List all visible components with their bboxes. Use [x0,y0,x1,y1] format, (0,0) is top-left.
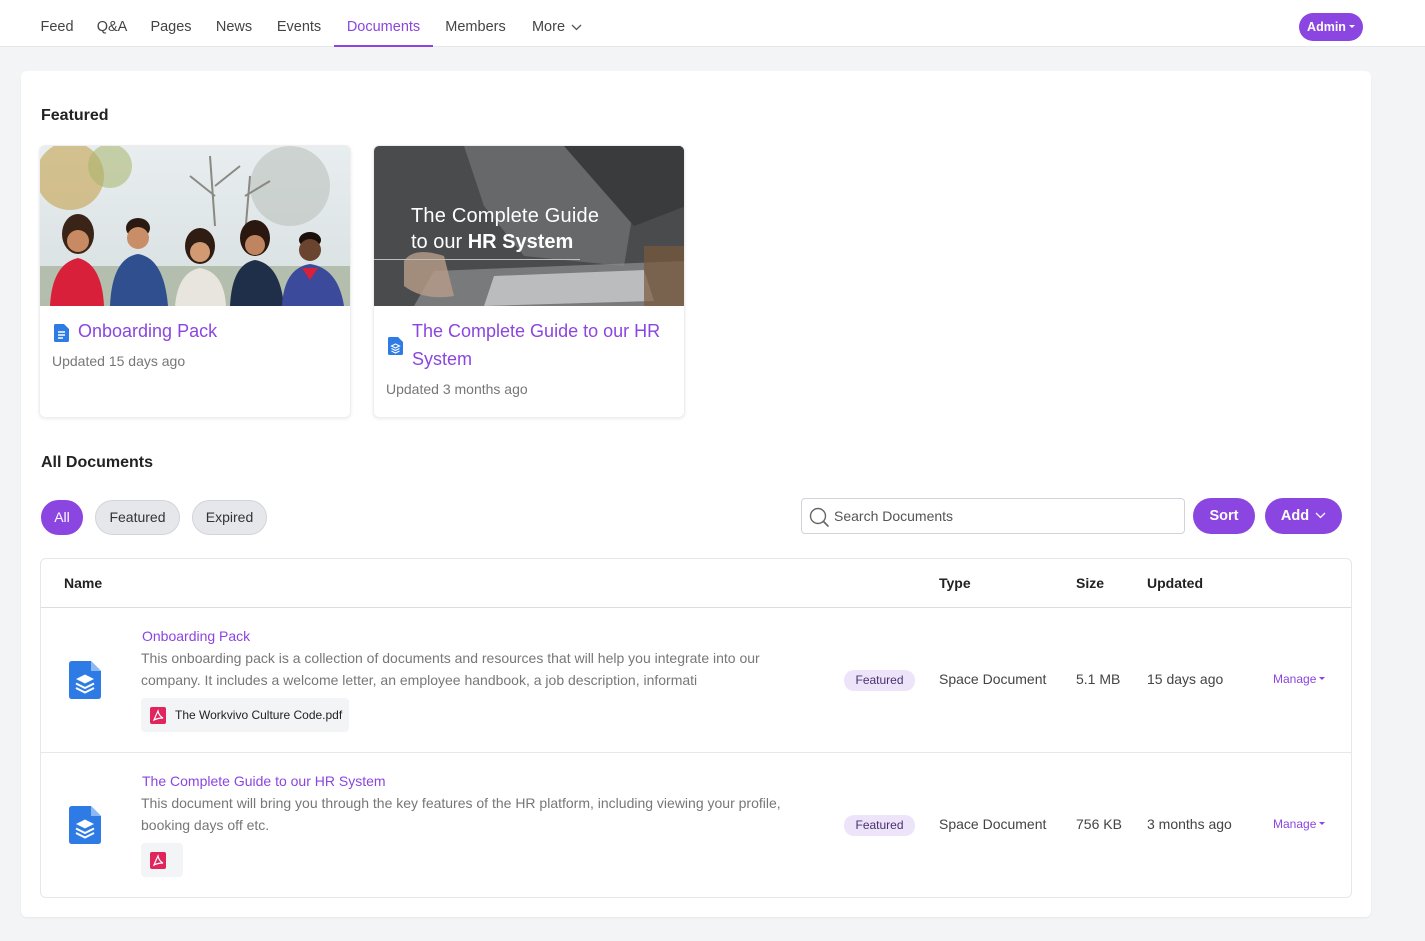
documents-table: Name Type Size Updated Onboarding Pack T… [40,558,1352,898]
hr-guide-image: The Complete Guide to our HR System [374,146,684,306]
chevron-down-icon [1315,512,1326,519]
manage-dropdown[interactable]: Manage [1273,817,1326,831]
table-row[interactable]: Onboarding Pack This onboarding pack is … [41,608,1351,753]
featured-badge: Featured [844,670,915,691]
add-button-label: Add [1280,508,1310,524]
chevron-down-icon [571,24,582,31]
description-line: This document will bring you through the… [141,795,781,811]
column-updated: Updated [1147,575,1203,591]
document-type: Space Document [939,671,1047,687]
featured-card-onboarding[interactable]: Onboarding Pack Updated 15 days ago [39,145,351,418]
document-type: Space Document [939,816,1047,832]
featured-card-updated: Updated 15 days ago [52,353,186,369]
document-icon [54,324,69,342]
table-row[interactable]: The Complete Guide to our HR System This… [41,753,1351,897]
column-name: Name [64,575,103,591]
hr-guide-image-bold: HR System [467,231,574,253]
nav-tab-news[interactable]: News [208,0,260,47]
featured-card-title[interactable]: Onboarding Pack [78,317,217,345]
caret-down-icon [1348,25,1355,29]
featured-card-title[interactable]: The Complete Guide to our HR System [412,317,672,373]
filter-all[interactable]: All [41,500,83,535]
add-button[interactable]: Add [1265,498,1342,534]
document-title-link[interactable]: Onboarding Pack [142,628,250,644]
featured-card-hr-guide[interactable]: The Complete Guide to our HR System The … [373,145,685,418]
stacked-document-icon [69,806,101,844]
search-documents-box [801,498,1185,534]
document-description: This onboarding pack is a collection of … [141,648,831,691]
nav-tab-members[interactable]: Members [438,0,513,47]
description-line: This onboarding pack is a collection of … [141,650,760,666]
all-documents-heading: All Documents [41,454,154,471]
admin-dropdown-button[interactable]: Admin [1299,13,1363,41]
search-documents-input[interactable] [834,499,1174,533]
document-icon [388,337,403,355]
nav-tab-documents[interactable]: Documents [334,0,433,47]
pdf-icon [150,852,166,869]
sort-button[interactable]: Sort [1193,498,1255,534]
pdf-icon [150,707,166,724]
document-updated: 15 days ago [1147,671,1224,687]
column-size: Size [1076,575,1105,591]
top-nav: Feed Q&A Pages News Events Documents Mem… [0,0,1425,47]
document-title-link[interactable]: The Complete Guide to our HR System [142,773,386,789]
hr-guide-image-text: The Complete Guide [411,205,600,227]
manage-label: Manage [1273,672,1317,686]
caret-down-icon [1319,677,1326,681]
stacked-document-icon [69,661,101,699]
nav-tab-pages[interactable]: Pages [143,0,199,47]
filter-featured[interactable]: Featured [95,500,180,535]
attachment-chip[interactable] [141,843,183,877]
hr-guide-image-prefix: to our [411,231,468,253]
admin-label: Admin [1307,20,1346,34]
document-size: 5.1 MB [1076,671,1121,687]
featured-heading: Featured [41,107,109,124]
description-line: booking days off etc. [141,816,270,833]
attachment-filename: The Workvivo Culture Code.pdf [175,708,343,722]
nav-tab-qa[interactable]: Q&A [91,0,133,47]
document-description: This document will bring you through the… [141,793,831,836]
filter-expired[interactable]: Expired [192,500,267,535]
table-header: Name Type Size Updated [41,559,1351,608]
caret-down-icon [1319,822,1326,826]
nav-more-label: More [531,19,566,35]
manage-dropdown[interactable]: Manage [1273,672,1326,686]
manage-label: Manage [1273,817,1317,831]
documents-panel: Featured Onboarding Pack Updated 15 days… [21,71,1371,917]
hr-guide-image-text-2: to our HR System [411,231,573,254]
featured-card-updated: Updated 3 months ago [386,381,528,397]
nav-tab-more[interactable]: More [524,0,590,47]
description-line: company. It includes a welcome letter, a… [141,671,698,688]
nav-tab-feed[interactable]: Feed [33,0,81,47]
search-icon [809,507,829,527]
document-size: 756 KB [1076,816,1122,832]
featured-badge: Featured [844,815,915,836]
team-photo-image [40,146,350,306]
nav-tab-events[interactable]: Events [270,0,328,47]
column-type: Type [939,575,971,591]
document-updated: 3 months ago [1147,816,1232,832]
attachment-chip[interactable]: The Workvivo Culture Code.pdf [141,698,349,732]
